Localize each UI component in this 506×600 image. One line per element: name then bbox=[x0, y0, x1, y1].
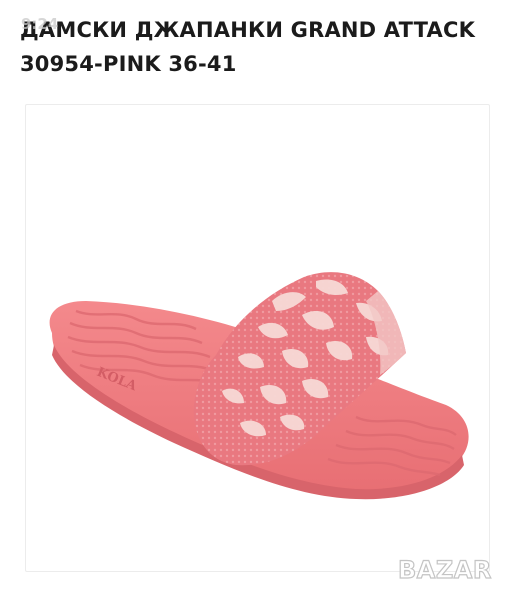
bazar-watermark: BAZAR bbox=[397, 555, 492, 584]
slipper-icon: KOLA bbox=[49, 272, 469, 500]
product-image[interactable]: KOLA bbox=[25, 104, 490, 572]
status-time: 9:24 bbox=[21, 15, 59, 33]
product-title: ДАМСКИ ДЖАПАНКИ GRAND ATTACK 30954-PINK … bbox=[20, 18, 476, 76]
